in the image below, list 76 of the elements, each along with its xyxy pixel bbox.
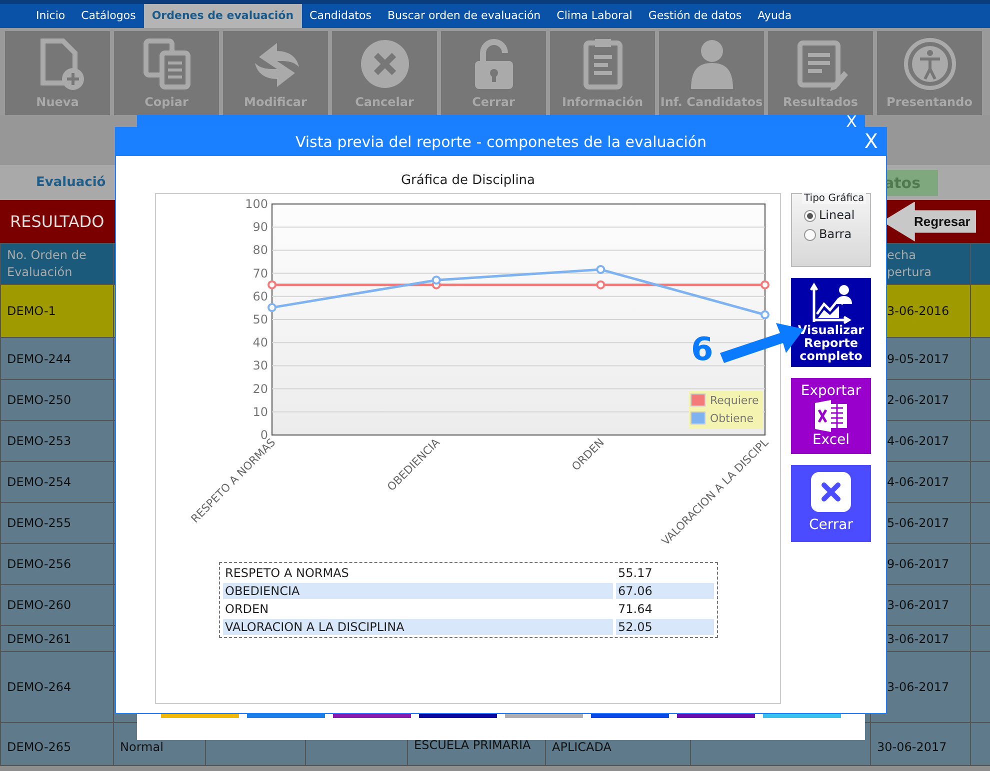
menu-item[interactable]: Ayuda [750, 4, 800, 28]
button-edge[interactable] [763, 714, 841, 718]
axis-tick-label: 70 [252, 266, 268, 280]
axis-tick-label: 40 [252, 336, 268, 350]
close-button[interactable]: X [864, 129, 878, 153]
column-header: No. Orden de Evaluación [0, 244, 114, 284]
button-edge[interactable] [161, 714, 239, 718]
button-edge[interactable] [333, 714, 411, 718]
table-cell: VALORACION A LA DISCIPLINA [223, 619, 613, 635]
table-cell-text: 71.64 [617, 601, 654, 617]
step-number: 6 [691, 331, 714, 367]
table-cell-text: 55.17 [617, 565, 654, 581]
data-point [268, 280, 276, 290]
legend-label: Requiere [710, 394, 759, 407]
table-cell: DEMO-1 [0, 284, 114, 338]
table-cell: 52.05 [616, 619, 714, 635]
menu-item[interactable]: Catálogos [73, 4, 144, 28]
data-point [760, 280, 770, 290]
menu-item[interactable]: Ordenes de evaluación [144, 4, 302, 28]
axis-tick-label: 100 [245, 197, 268, 211]
table-cell: DEMO-264 [0, 652, 114, 722]
axis-tick-label: 20 [252, 382, 268, 396]
table-cell: DEMO-265 [0, 722, 114, 766]
table-cell: DEMO-256 [0, 544, 114, 584]
menu-item[interactable]: Clima Laboral [548, 4, 640, 28]
button-edge[interactable] [591, 714, 669, 718]
table-cell: 67.06 [616, 583, 714, 599]
axis-tick-label: 50 [252, 312, 268, 326]
menu-item[interactable]: Inicio [28, 4, 74, 28]
table-cell-text: RESPETO A NORMAS [224, 565, 350, 581]
table-cell: DEMO-261 [0, 626, 114, 652]
dialog-title: Vista previa del reporte - componetes de la evaluación [295, 132, 707, 153]
data-point [432, 276, 441, 285]
menu-item[interactable]: Gestión de datos [640, 4, 750, 28]
axis-tick-label: 0 [260, 428, 268, 442]
table-cell: DEMO-255 [0, 502, 114, 544]
section-tab[interactable]: Evaluació [36, 172, 106, 192]
menu-item[interactable]: Buscar orden de evaluación [379, 4, 549, 28]
radio-option[interactable]: Barra [804, 225, 870, 244]
legend-label: Obtiene [710, 412, 754, 425]
radio-option[interactable]: Lineal [804, 206, 870, 225]
menu-item[interactable]: Candidatos [302, 4, 380, 28]
action-button[interactable]: Exportar Excel [791, 378, 871, 454]
button-edge[interactable] [247, 714, 325, 718]
table-cell: 30-06-2017 [870, 722, 970, 766]
data-point [760, 310, 770, 320]
chart-person-icon [808, 282, 854, 324]
data-point [596, 265, 606, 274]
spreadsheet-icon [813, 400, 849, 432]
table-cell: DEMO-260 [0, 584, 114, 626]
button-edge[interactable] [419, 714, 497, 718]
radio-button[interactable] [804, 228, 816, 240]
table-cell: DEMO-250 [0, 380, 114, 420]
data-point [596, 280, 606, 290]
action-button[interactable]: Cerrar [791, 465, 871, 542]
action-button[interactable]: Visualizar Reporte completo [791, 278, 871, 367]
table-cell-text: ORDEN [224, 601, 270, 617]
section-title: RESULTADO [10, 210, 104, 232]
radio-button[interactable] [804, 210, 816, 222]
group-label: Tipo Gráfica [802, 193, 866, 204]
axis-tick-label: 60 [252, 289, 268, 304]
button-edge[interactable] [505, 714, 583, 718]
table-cell: DEMO-253 [0, 420, 114, 462]
axis-tick-label: 80 [252, 243, 268, 258]
table-cell: DEMO-254 [0, 462, 114, 502]
axis-tick-label: 90 [252, 220, 268, 234]
table-cell: OBEDIENCIA [223, 583, 613, 599]
close-button[interactable]: X [846, 115, 857, 128]
chart-title: Gráfica de Disciplina [400, 173, 536, 190]
close-icon [810, 472, 852, 512]
axis-tick-label: 30 [252, 358, 268, 373]
table-cell: DEMO-244 [0, 338, 114, 380]
data-point [268, 303, 276, 312]
button-edge[interactable] [677, 714, 755, 718]
legend-swatch [690, 394, 706, 406]
axis-tick-label: 10 [252, 404, 268, 419]
